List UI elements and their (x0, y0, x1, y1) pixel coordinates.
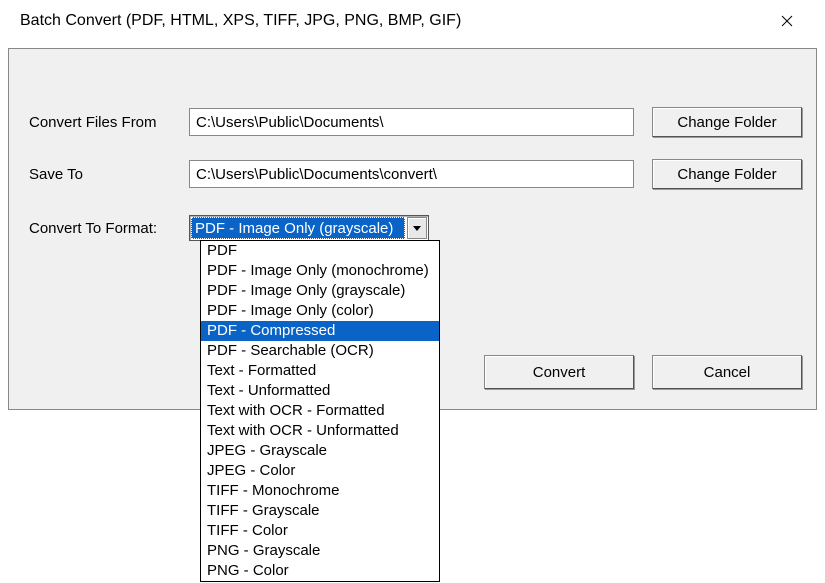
format-option[interactable]: PNG - Color (201, 561, 439, 581)
format-option[interactable]: Text with OCR - Formatted (201, 401, 439, 421)
row-save-to: Save To Change Folder (29, 159, 802, 189)
titlebar: Batch Convert (PDF, HTML, XPS, TIFF, JPG… (0, 0, 825, 42)
row-format: Convert To Format: PDF - Image Only (gra… (29, 215, 802, 241)
format-option[interactable]: PDF - Searchable (OCR) (201, 341, 439, 361)
label-convert-from: Convert Files From (29, 114, 189, 131)
row-convert-from: Convert Files From Change Folder (29, 107, 802, 137)
format-option[interactable]: TIFF - Monochrome (201, 481, 439, 501)
format-option[interactable]: PDF - Compressed (201, 321, 439, 341)
format-option[interactable]: PDF - Image Only (color) (201, 301, 439, 321)
format-option[interactable]: Text - Unformatted (201, 381, 439, 401)
format-option[interactable]: TIFF - Grayscale (201, 501, 439, 521)
cancel-button[interactable]: Cancel (652, 355, 802, 389)
close-button[interactable] (765, 6, 809, 36)
convert-button[interactable]: Convert (484, 355, 634, 389)
format-option[interactable]: PDF (201, 241, 439, 261)
close-icon (781, 15, 793, 27)
label-format: Convert To Format: (29, 220, 189, 237)
input-save-to[interactable] (189, 160, 634, 188)
input-convert-from[interactable] (189, 108, 634, 136)
change-folder-from-button[interactable]: Change Folder (652, 107, 802, 137)
format-option[interactable]: PNG - Grayscale (201, 541, 439, 561)
format-option[interactable]: JPEG - Grayscale (201, 441, 439, 461)
dialog-title: Batch Convert (PDF, HTML, XPS, TIFF, JPG… (20, 12, 765, 30)
chevron-down-icon (412, 223, 422, 233)
label-save-to: Save To (29, 166, 189, 183)
footer-buttons: Convert Cancel (484, 355, 802, 389)
format-option[interactable]: Text with OCR - Unformatted (201, 421, 439, 441)
format-select-arrow[interactable] (407, 217, 427, 239)
format-dropdown[interactable]: PDFPDF - Image Only (monochrome)PDF - Im… (200, 240, 440, 582)
format-option[interactable]: PDF - Image Only (grayscale) (201, 281, 439, 301)
format-option[interactable]: TIFF - Color (201, 521, 439, 541)
format-select-value: PDF - Image Only (grayscale) (191, 217, 405, 239)
format-option[interactable]: PDF - Image Only (monochrome) (201, 261, 439, 281)
format-select[interactable]: PDF - Image Only (grayscale) (189, 215, 429, 241)
batch-convert-dialog: Batch Convert (PDF, HTML, XPS, TIFF, JPG… (0, 0, 825, 583)
format-option[interactable]: Text - Formatted (201, 361, 439, 381)
change-folder-to-button[interactable]: Change Folder (652, 159, 802, 189)
format-option[interactable]: JPEG - Color (201, 461, 439, 481)
